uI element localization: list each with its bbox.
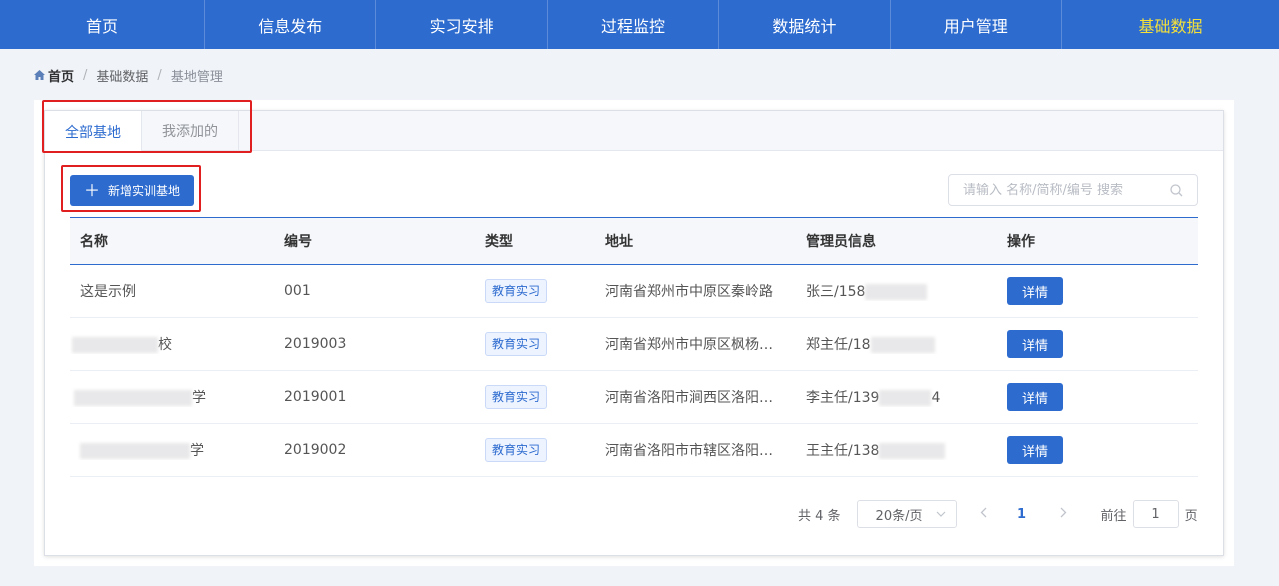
header-code: 编号 xyxy=(284,234,312,250)
goto-suffix: 页 xyxy=(1184,508,1198,524)
breadcrumb-separator: / xyxy=(157,67,162,83)
header-type: 类型 xyxy=(485,234,513,250)
cell-action: 详情 xyxy=(997,383,1198,411)
detail-button[interactable]: 详情 xyxy=(1007,436,1063,464)
header-name: 名称 xyxy=(80,234,108,250)
admin-tail: 4 xyxy=(931,390,941,406)
nav-item-info-publish[interactable]: 信息发布 xyxy=(205,0,377,49)
redacted-block xyxy=(879,390,932,406)
table-row: 校 2019003 教育实习 河南省郑州市中原区枫杨… 郑主任/18 详情 xyxy=(70,318,1198,371)
cell-action: 详情 xyxy=(997,436,1198,464)
cell-name: 校 xyxy=(70,334,274,354)
nav-item-internship-plan[interactable]: 实习安排 xyxy=(376,0,548,49)
breadcrumb-basic-data[interactable]: 基础数据 xyxy=(96,66,148,85)
header-action: 操作 xyxy=(1007,234,1035,250)
cell-address: 河南省洛阳市涧西区洛阳… xyxy=(605,390,773,406)
redacted-block xyxy=(879,443,946,459)
tab-bar: 全部基地 我添加的 xyxy=(45,111,1223,152)
name-text: 校 xyxy=(158,337,172,353)
cell-code: 001 xyxy=(284,283,311,299)
type-tag: 教育实习 xyxy=(485,332,548,356)
table-row: 学 2019001 教育实习 河南省洛阳市涧西区洛阳… 李主任/139 4 详情 xyxy=(70,371,1198,424)
detail-button[interactable]: 详情 xyxy=(1007,330,1063,358)
cell-action: 详情 xyxy=(997,277,1198,305)
cell-action: 详情 xyxy=(997,330,1198,358)
breadcrumb: 首页 / 基础数据 / 基地管理 xyxy=(34,66,223,85)
cell-type: 教育实习 xyxy=(475,332,595,356)
cell-type: 教育实习 xyxy=(475,279,595,303)
type-tag: 教育实习 xyxy=(485,438,548,462)
tab-all-bases[interactable]: 全部基地 xyxy=(45,111,142,152)
chevron-left-icon xyxy=(980,507,987,517)
table-row: 学 2019002 教育实习 河南省洛阳市市辖区洛阳… 王主任/138 详情 xyxy=(70,424,1198,477)
cell-address: 河南省郑州市中原区秦岭路 xyxy=(605,284,773,300)
search-box xyxy=(948,174,1198,206)
breadcrumb-home[interactable]: 首页 xyxy=(34,66,74,85)
home-icon xyxy=(34,70,45,80)
page-size-value: 20条/页 xyxy=(875,508,923,524)
cell-address: 河南省郑州市中原区枫杨… xyxy=(605,337,773,353)
breadcrumb-separator: / xyxy=(83,67,88,83)
nav-item-user-management[interactable]: 用户管理 xyxy=(891,0,1062,49)
redacted-block xyxy=(865,284,928,300)
base-table: 名称 编号 类型 地址 管理员信息 操作 这是示例 001 教育实习 河南省郑州… xyxy=(70,217,1198,477)
goto-page-input[interactable] xyxy=(1132,500,1179,528)
page-number-button[interactable]: 1 xyxy=(1007,507,1037,522)
search-input[interactable] xyxy=(963,182,1170,198)
cell-code: 2019002 xyxy=(284,442,347,458)
add-button-label: 新增实训基地 xyxy=(108,184,181,198)
header-admin: 管理员信息 xyxy=(806,234,876,250)
cell-admin: 王主任/138 xyxy=(796,440,997,460)
cell-admin: 李主任/139 4 xyxy=(796,387,997,407)
nav-item-statistics[interactable]: 数据统计 xyxy=(719,0,891,49)
redacted-block xyxy=(72,337,158,353)
prev-page-button[interactable] xyxy=(969,507,999,522)
nav-item-process-monitor[interactable]: 过程监控 xyxy=(548,0,720,49)
header-address: 地址 xyxy=(605,234,633,250)
cell-name: 学 xyxy=(70,440,274,460)
plus-icon: ＋ xyxy=(83,180,100,200)
admin-text: 李主任/139 xyxy=(806,390,880,406)
cell-name: 这是示例 xyxy=(80,284,136,300)
redacted-block xyxy=(870,337,935,353)
page-size-select[interactable]: 20条/页 xyxy=(856,500,957,528)
detail-button[interactable]: 详情 xyxy=(1007,383,1063,411)
pagination: 共 4 条 20条/页 1 前往 页 xyxy=(798,500,1198,528)
detail-button[interactable]: 详情 xyxy=(1007,277,1063,305)
chevron-down-icon xyxy=(936,511,945,517)
next-page-button[interactable] xyxy=(1049,507,1079,522)
admin-text: 郑主任/18 xyxy=(806,337,871,353)
cell-code: 2019003 xyxy=(284,336,347,352)
pagination-total: 共 4 条 xyxy=(798,508,841,524)
type-tag: 教育实习 xyxy=(485,279,548,303)
cell-code: 2019001 xyxy=(284,389,347,405)
cell-admin: 张三/158 xyxy=(796,281,997,301)
redacted-block xyxy=(74,390,192,406)
breadcrumb-current: 基地管理 xyxy=(170,69,223,85)
cell-name: 学 xyxy=(70,387,274,407)
tab-my-added[interactable]: 我添加的 xyxy=(142,111,239,151)
search-icon[interactable] xyxy=(1170,183,1183,197)
cell-type: 教育实习 xyxy=(475,385,595,409)
chevron-right-icon xyxy=(1060,507,1067,517)
goto-prefix: 前往 xyxy=(1100,508,1127,524)
goto-page: 前往 页 xyxy=(1101,500,1198,528)
type-tag: 教育实习 xyxy=(485,385,548,409)
admin-text: 王主任/138 xyxy=(806,443,880,459)
table-row: 这是示例 001 教育实习 河南省郑州市中原区秦岭路 张三/158 详情 xyxy=(70,265,1198,318)
nav-item-basic-data[interactable]: 基础数据 xyxy=(1062,0,1279,49)
nav-item-home[interactable]: 首页 xyxy=(0,0,205,49)
cell-type: 教育实习 xyxy=(475,438,595,462)
top-nav: 首页 信息发布 实习安排 过程监控 数据统计 用户管理 基础数据 xyxy=(0,0,1279,49)
cell-address: 河南省洛阳市市辖区洛阳… xyxy=(605,443,773,459)
cell-admin: 郑主任/18 xyxy=(796,334,997,354)
breadcrumb-home-label: 首页 xyxy=(48,69,75,85)
admin-text: 张三/158 xyxy=(806,284,866,300)
name-text: 学 xyxy=(192,390,206,406)
name-text: 学 xyxy=(190,443,204,459)
table-header: 名称 编号 类型 地址 管理员信息 操作 xyxy=(70,217,1198,265)
redacted-block xyxy=(80,443,190,459)
add-training-base-button[interactable]: ＋ 新增实训基地 xyxy=(70,175,194,206)
